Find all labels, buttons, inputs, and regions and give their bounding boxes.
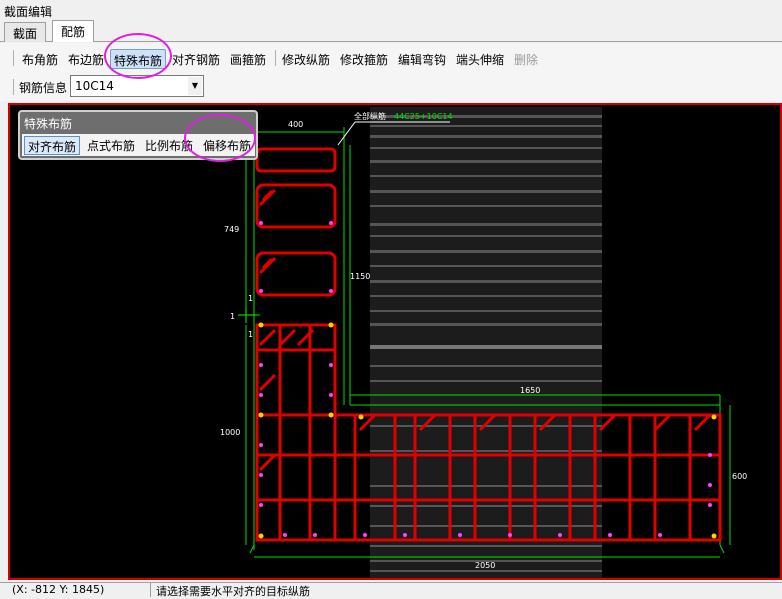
dim-right-height: 1150 — [350, 272, 370, 281]
crosshair-icon — [238, 308, 256, 323]
corner-rebar-button[interactable]: 布角筋 — [19, 49, 61, 69]
toolbar: 布角筋 布边筋 特殊布筋 对齐钢筋 画箍筋 修改纵筋 修改箍筋 编辑弯钩 端头伸… — [0, 43, 782, 73]
delete-button[interactable]: 删除 — [511, 49, 541, 69]
annotation-prefix: 全部纵筋 — [354, 111, 386, 121]
edit-hook-button[interactable]: 编辑弯钩 — [395, 49, 449, 69]
drawing-canvas[interactable]: 400 749 1150 1 1 1 1000 1650 600 2050 全部… — [8, 103, 782, 580]
dim-left-upper: 749 — [224, 225, 239, 234]
stirrup-top[interactable] — [255, 147, 337, 173]
rebar-info-label: 钢筋信息 — [19, 81, 68, 95]
tab-rebar[interactable]: 配筋 — [52, 20, 95, 42]
offset-layout-button[interactable]: 偏移布筋 — [200, 136, 254, 155]
stirrup-middle[interactable] — [255, 251, 337, 297]
status-divider — [150, 583, 151, 597]
stirrup-upper[interactable] — [255, 183, 337, 229]
hatch-background — [370, 107, 602, 578]
window-title: 截面编辑 — [0, 0, 782, 20]
section-drawing[interactable]: 400 749 1150 1 1 1 1000 1650 600 2050 全部… — [10, 105, 780, 578]
dim-small-1a: 1 — [248, 294, 253, 303]
edge-rebar-button[interactable]: 布边筋 — [65, 49, 107, 69]
align-layout-button[interactable]: 对齐布筋 — [24, 136, 81, 155]
dim-bottom-width: 2050 — [475, 561, 495, 570]
chevron-down-icon[interactable]: ▼ — [188, 77, 202, 95]
tab-section[interactable]: 截面 — [4, 22, 47, 42]
dim-small-1c: 1 — [248, 330, 253, 339]
infobar-grip — [13, 79, 14, 95]
status-bar: (X: -812 Y: 1845) 请选择需要水平对齐的目标纵筋 — [0, 582, 782, 598]
tab-bar: 截面 配筋 — [0, 20, 782, 42]
annotation-leader — [337, 121, 356, 146]
toolbar-grip — [13, 50, 14, 66]
edit-stirrup-button[interactable]: 修改箍筋 — [337, 49, 391, 69]
dim-top-width: 400 — [288, 120, 303, 129]
special-rebar-button[interactable]: 特殊布筋 — [110, 49, 167, 69]
status-coords: (X: -812 Y: 1845) — [12, 583, 105, 596]
align-rebar-button[interactable]: 对齐钢筋 — [169, 49, 223, 69]
end-stretch-button[interactable]: 端头伸缩 — [453, 49, 507, 69]
dim-flange-width: 1650 — [520, 386, 540, 395]
edit-long-rebar-button[interactable]: 修改纵筋 — [279, 49, 333, 69]
special-rebar-options: 对齐布筋 点式布筋 比例布筋 偏移布筋 — [22, 134, 255, 156]
dim-right-flange: 600 — [732, 472, 747, 481]
ratio-layout-button[interactable]: 比例布筋 — [142, 136, 196, 155]
dim-left-lower: 1000 — [220, 428, 240, 437]
rebar-info-value: 10C14 — [75, 79, 114, 93]
dim-small-1b: 1 — [230, 312, 235, 321]
toolbar-separator — [275, 50, 276, 66]
rebar-info-select[interactable]: 10C14 ▼ — [70, 75, 204, 97]
draw-stirrup-button[interactable]: 画箍筋 — [227, 49, 269, 69]
stirrup-web[interactable] — [255, 323, 337, 542]
point-layout-button[interactable]: 点式布筋 — [84, 136, 138, 155]
annotation-value: 44C25+10C14 — [394, 112, 453, 121]
special-rebar-panel-title: 特殊布筋 — [24, 117, 73, 131]
special-rebar-panel: 特殊布筋 对齐布筋 点式布筋 比例布筋 偏移布筋 — [18, 110, 258, 160]
